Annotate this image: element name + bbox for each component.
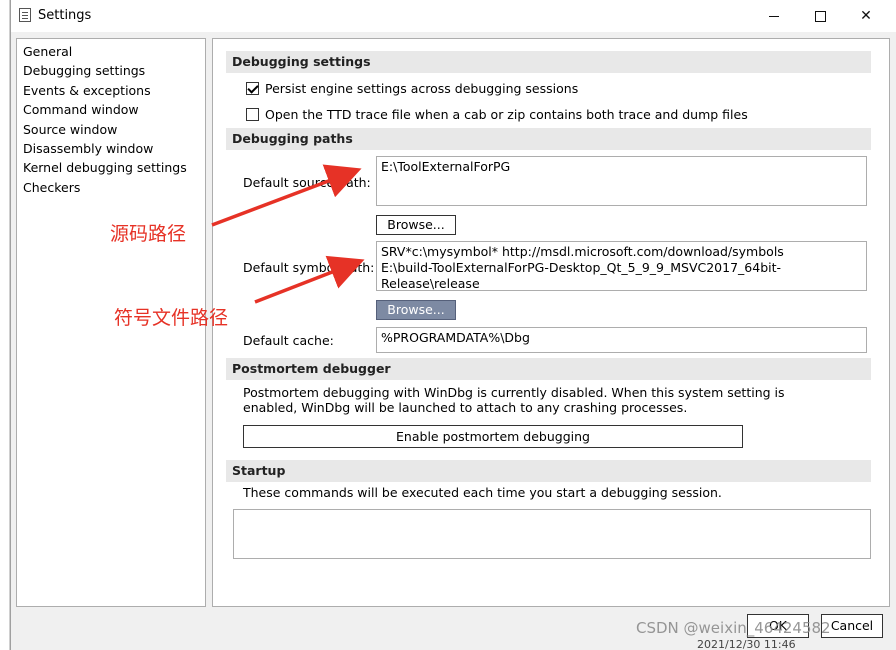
close-icon: ✕ <box>860 8 872 24</box>
symbol-browse-button[interactable]: Browse... <box>376 300 456 320</box>
section-header-postmortem: Postmortem debugger <box>226 358 871 380</box>
symbol-path-input[interactable]: SRV*c:\mysymbol* http://msdl.microsoft.c… <box>376 241 867 291</box>
nav-item-command-window[interactable]: Command window <box>17 100 205 119</box>
background-timestamp: 2021/12/30 11:46 <box>697 638 796 650</box>
symbol-path-line2: E:\build-ToolExternalForPG-Desktop_Qt_5_… <box>381 260 782 291</box>
nav-item-general[interactable]: General <box>17 42 205 61</box>
source-path-annotation: 源码路径 <box>110 223 187 245</box>
background-window-strip <box>0 0 10 650</box>
section-header-startup: Startup <box>226 460 871 482</box>
minimize-button[interactable] <box>751 0 797 32</box>
startup-description: These commands will be executed each tim… <box>243 485 722 500</box>
symbol-path-label: Default symbol path: <box>243 260 375 275</box>
settings-app-icon <box>19 8 31 22</box>
ttd-trace-row[interactable]: Open the TTD trace file when a cab or zi… <box>246 107 748 122</box>
source-browse-button[interactable]: Browse... <box>376 215 456 235</box>
persist-settings-label: Persist engine settings across debugging… <box>265 81 579 96</box>
cache-label: Default cache: <box>243 333 334 348</box>
close-button[interactable]: ✕ <box>843 0 889 32</box>
nav-item-debugging-settings[interactable]: Debugging settings <box>17 61 205 80</box>
section-header-debugging-settings: Debugging settings <box>226 51 871 73</box>
ttd-trace-checkbox[interactable] <box>246 108 259 121</box>
nav-item-events-exceptions[interactable]: Events & exceptions <box>17 81 205 100</box>
persist-settings-row[interactable]: Persist engine settings across debugging… <box>246 81 578 96</box>
symbol-path-annotation: 符号文件路径 <box>114 307 229 329</box>
maximize-button[interactable] <box>797 0 843 32</box>
cache-input[interactable]: %PROGRAMDATA%\Dbg <box>376 327 867 353</box>
startup-commands-input[interactable] <box>233 509 871 559</box>
source-path-label: Default source path: <box>243 175 371 190</box>
title-bar: Settings ✕ <box>11 0 896 32</box>
postmortem-desc-line2: enabled, WinDbg will be launched to atta… <box>243 400 688 415</box>
nav-item-checkers[interactable]: Checkers <box>17 178 205 197</box>
nav-item-kernel-debugging[interactable]: Kernel debugging settings <box>17 158 205 177</box>
csdn-watermark: CSDN @weixin_46424582 <box>636 619 831 637</box>
window-title: Settings <box>38 8 92 23</box>
source-path-input[interactable]: E:\ToolExternalForPG <box>376 156 867 206</box>
ttd-trace-label: Open the TTD trace file when a cab or zi… <box>265 107 748 122</box>
enable-postmortem-button[interactable]: Enable postmortem debugging <box>243 425 743 448</box>
settings-content-panel: Debugging settings Persist engine settin… <box>212 38 890 607</box>
section-header-debugging-paths: Debugging paths <box>226 128 871 150</box>
postmortem-description: Postmortem debugging with WinDbg is curr… <box>243 385 785 415</box>
persist-settings-checkbox[interactable] <box>246 82 259 95</box>
symbol-path-line1: SRV*c:\mysymbol* http://msdl.microsoft.c… <box>381 244 784 259</box>
postmortem-desc-line1: Postmortem debugging with WinDbg is curr… <box>243 385 785 400</box>
nav-item-source-window[interactable]: Source window <box>17 120 205 139</box>
nav-item-disassembly-window[interactable]: Disassembly window <box>17 139 205 158</box>
